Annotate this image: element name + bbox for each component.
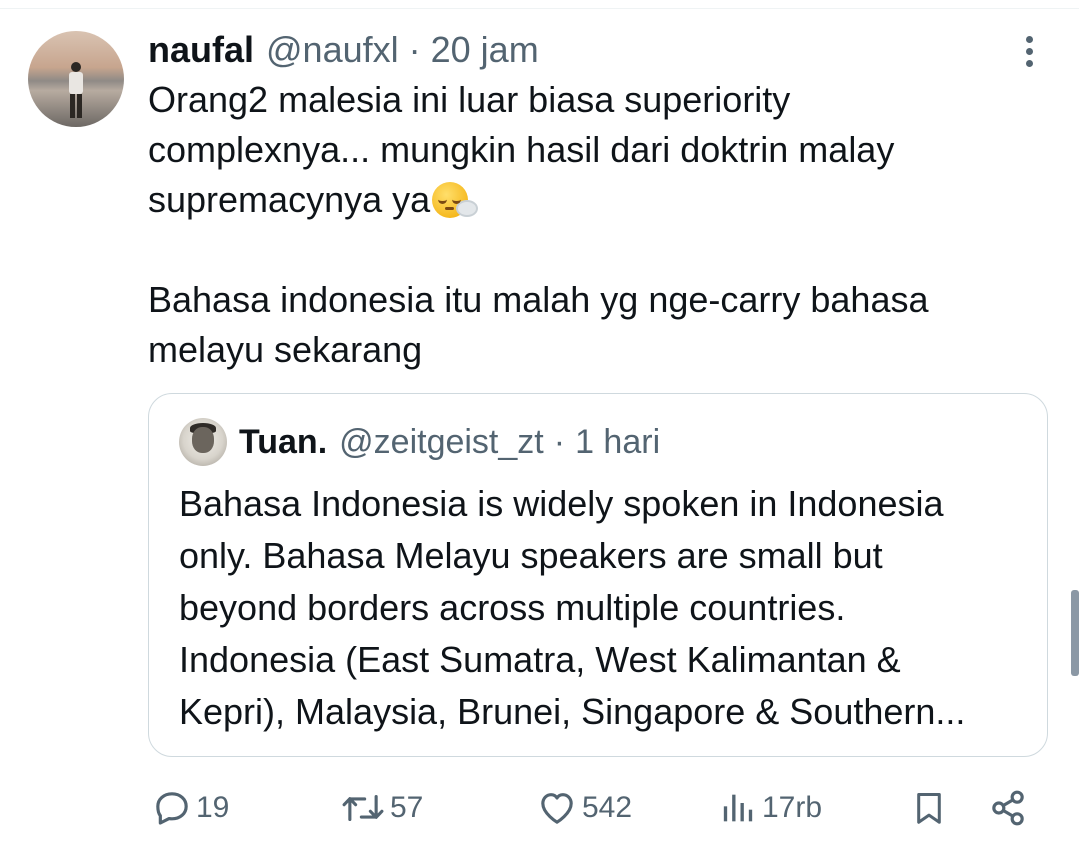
tweet-timestamp[interactable]: 20 jam: [431, 29, 539, 71]
paragraph-break: [148, 225, 1048, 275]
quoted-tweet-timestamp: 1 hari: [575, 422, 661, 461]
like-count: 542: [582, 791, 633, 824]
scrollbar-thumb[interactable]: [1071, 590, 1079, 676]
author-avatar[interactable]: [28, 31, 124, 127]
more-vertical-icon[interactable]: [1015, 34, 1045, 70]
quoted-author-avatar[interactable]: [179, 418, 227, 466]
tweet-text: Orang2 malesia ini luar biasa superiorit…: [148, 75, 1048, 375]
like-button[interactable]: 542: [536, 788, 632, 828]
quoted-tweet-text: Bahasa Indonesia is widely spoken in Ind…: [179, 478, 1029, 738]
share-button[interactable]: [988, 788, 1028, 828]
top-divider: [0, 8, 1079, 9]
quoted-header-separator: ·: [553, 422, 566, 461]
sleepy-face-emoji-icon: [432, 182, 479, 218]
author-handle[interactable]: @naufxl: [266, 29, 399, 71]
share-icon: [992, 790, 1024, 826]
tweet-line: Bahasa indonesia itu malah yg nge-carry …: [148, 279, 929, 320]
quoted-author-handle: @zeitgeist_zt: [339, 422, 544, 461]
retweet-button[interactable]: 57: [340, 788, 423, 828]
tweet-line: Orang2 malesia ini luar biasa superiorit…: [148, 79, 791, 120]
reply-icon: [156, 792, 188, 825]
quoted-line: Bahasa Indonesia is widely spoken in Ind…: [179, 483, 944, 524]
reply-button[interactable]: 19: [152, 788, 229, 828]
quoted-author-name: Tuan.: [239, 422, 328, 461]
header-separator: ·: [408, 29, 421, 70]
bookmark-icon: [917, 793, 941, 824]
reply-count: 19: [196, 791, 230, 824]
tweet-line: supremacynya ya: [148, 175, 1048, 225]
bookmark-button[interactable]: [910, 788, 948, 828]
quoted-line: beyond borders across multiple countries…: [179, 587, 846, 628]
quoted-line: Indonesia (East Sumatra, West Kalimantan…: [179, 639, 901, 680]
avatar-person-silhouette: [69, 62, 83, 118]
tweet-action-bar: 19 57 542 17rb: [0, 780, 1079, 836]
views-count: 17rb: [762, 791, 823, 824]
retweet-count: 57: [390, 791, 424, 824]
quoted-line: Kepri), Malaysia, Brunei, Singapore & So…: [179, 691, 966, 732]
tweet-line-text: supremacynya ya: [148, 179, 431, 220]
quoted-tweet-header: Tuan. @zeitgeist_zt · 1 hari: [239, 418, 660, 466]
tweet-line: melayu sekarang: [148, 329, 423, 370]
heart-icon: [541, 793, 573, 824]
quoted-tweet-card[interactable]: Tuan. @zeitgeist_zt · 1 hari Bahasa Indo…: [148, 393, 1048, 757]
views-button[interactable]: 17rb: [718, 788, 822, 828]
views-icon: [723, 794, 753, 822]
quoted-line: only. Bahasa Melayu speakers are small b…: [179, 535, 883, 576]
tweet-line: complexnya... mungkin hasil dari doktrin…: [148, 129, 895, 170]
author-name[interactable]: naufal: [148, 29, 254, 71]
retweet-icon: [342, 794, 384, 822]
tweet-header: naufal @naufxl · 20 jam: [148, 28, 539, 72]
